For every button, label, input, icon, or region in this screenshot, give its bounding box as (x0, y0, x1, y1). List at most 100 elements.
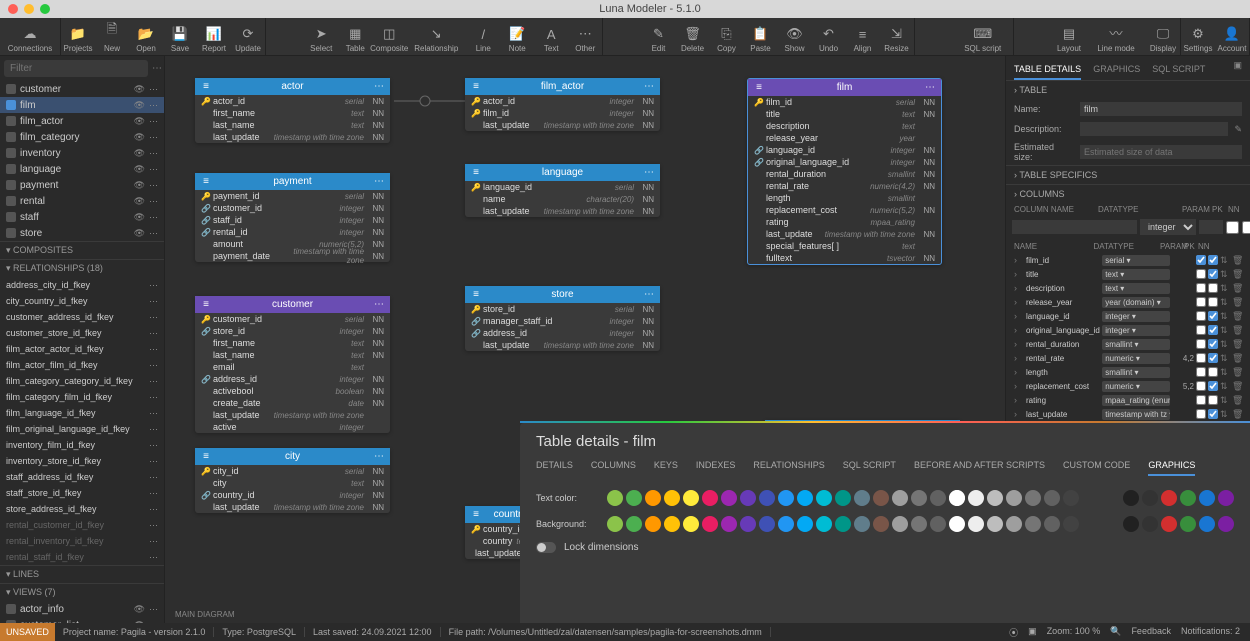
more-icon[interactable]: ⋯ (149, 472, 158, 483)
dock-panel-icon[interactable]: ▣ (1233, 60, 1242, 80)
sidebar-table-film_category[interactable]: film_category👁⋯ (0, 129, 164, 145)
more-icon[interactable]: ⋯ (149, 488, 158, 499)
composites-section[interactable]: ▾ COMPOSITES (0, 241, 164, 259)
more-icon[interactable]: ⋯ (149, 392, 158, 403)
delete-col-icon[interactable]: 🗑 (1232, 409, 1242, 420)
new-col-pk-checkbox[interactable] (1226, 221, 1239, 234)
sidebar-table-film[interactable]: film👁⋯ (0, 97, 164, 113)
delete-col-icon[interactable]: 🗑 (1232, 339, 1242, 350)
more-icon[interactable]: ⋯ (149, 180, 158, 191)
copy-button[interactable]: ⎘Copy (710, 18, 744, 55)
column-row[interactable]: 🔗address_idintegerNN (195, 373, 390, 385)
column-row[interactable]: 🔑language_idserialNN (465, 181, 660, 193)
filter-input[interactable] (4, 60, 148, 77)
more-icon[interactable]: ⋯ (149, 440, 158, 451)
relationships-section[interactable]: ▾ RELATIONSHIPS (18) (0, 259, 164, 277)
more-icon[interactable]: ⋯ (149, 212, 158, 223)
new-col-nn-checkbox[interactable] (1242, 221, 1250, 234)
sidebar-rel-15[interactable]: rental_customer_id_fkey⋯ (0, 517, 164, 533)
sidebar-table-film_actor[interactable]: film_actor👁⋯ (0, 113, 164, 129)
table-tool[interactable]: ▦Table (338, 18, 372, 55)
column-row[interactable]: last_nametextNN (195, 119, 390, 131)
expand-icon[interactable]: › (1014, 297, 1024, 307)
column-row[interactable]: 🔑customer_idserialNN (195, 313, 390, 325)
column-grid-row[interactable]: ›last_updatetimestamp with tz ▾⇅🗑 (1010, 407, 1246, 421)
table-size-input[interactable] (1080, 145, 1242, 159)
lock-dimensions-toggle[interactable] (536, 542, 556, 553)
color-swatch[interactable] (911, 516, 927, 532)
col-pk-checkbox[interactable] (1196, 255, 1206, 265)
edit-button[interactable]: ✎Edit (642, 18, 676, 55)
bottom-tab-before-and-after-scripts[interactable]: BEFORE AND AFTER SCRIPTS (914, 460, 1045, 476)
column-row[interactable]: rental_ratenumeric(4,2)NN (748, 180, 941, 192)
col-nn-checkbox[interactable] (1208, 353, 1218, 363)
sidebar-table-language[interactable]: language👁⋯ (0, 161, 164, 177)
more-icon[interactable]: ⋯ (149, 132, 158, 143)
column-row[interactable]: release_yearyear (748, 132, 941, 144)
color-swatch[interactable] (987, 516, 1003, 532)
sidebar-rel-10[interactable]: inventory_film_id_fkey⋯ (0, 437, 164, 453)
column-row[interactable]: fulltexttsvectorNN (748, 252, 941, 264)
column-row[interactable]: 🔑film_idintegerNN (465, 107, 660, 119)
more-icon[interactable]: ⋯ (149, 228, 158, 239)
color-swatch[interactable] (1044, 516, 1060, 532)
column-row[interactable]: last_updatetimestamp with time zoneNN (195, 131, 390, 143)
expand-icon[interactable]: › (1014, 353, 1024, 363)
column-grid-row[interactable]: ›rental_durationsmallint ▾⇅🗑 (1010, 337, 1246, 351)
chevron-right-icon[interactable]: › (1014, 85, 1017, 95)
expand-icon[interactable]: › (1014, 367, 1024, 377)
delete-col-icon[interactable]: 🗑 (1232, 367, 1242, 378)
column-row[interactable]: ratingmpaa_rating (748, 216, 941, 228)
more-icon[interactable]: ⋯ (149, 504, 158, 515)
column-grid-row[interactable]: ›lengthsmallint ▾⇅🗑 (1010, 365, 1246, 379)
color-swatch[interactable] (892, 490, 908, 506)
settings-button[interactable]: ⚙Settings (1181, 18, 1215, 55)
resize-button[interactable]: ⇲Resize (880, 18, 914, 55)
align-button[interactable]: ≡Align (846, 18, 880, 55)
column-grid-row[interactable]: ›descriptiontext ▾⇅🗑 (1010, 281, 1246, 295)
col-nn-checkbox[interactable] (1208, 297, 1218, 307)
bottom-tab-custom-code[interactable]: CUSTOM CODE (1063, 460, 1130, 476)
delete-button[interactable]: 🗑Delete (676, 18, 710, 55)
other-tool[interactable]: ⋯Other (568, 18, 602, 55)
expand-icon[interactable]: › (1014, 269, 1024, 279)
sidebar-rel-2[interactable]: customer_address_id_fkey⋯ (0, 309, 164, 325)
col-nn-checkbox[interactable] (1208, 409, 1218, 419)
column-row[interactable]: emailtext (195, 361, 390, 373)
column-row[interactable]: 🔑actor_idintegerNN (465, 95, 660, 107)
sidebar-view-actor_info[interactable]: actor_info👁⋯ (0, 601, 164, 617)
color-swatch[interactable] (835, 516, 851, 532)
more-icon[interactable]: ⋯ (149, 536, 158, 547)
drag-icon[interactable]: ⇅ (1220, 339, 1230, 350)
table-film_actor[interactable]: ≡film_actor⋯🔑actor_idintegerNN🔑film_idin… (465, 78, 660, 131)
col-pk-checkbox[interactable] (1196, 311, 1206, 321)
col-type-select[interactable]: text ▾ (1102, 269, 1170, 280)
column-grid-row[interactable]: ›titletext ▾⇅🗑 (1010, 267, 1246, 281)
more-icon[interactable]: ⋯ (149, 360, 158, 371)
column-row[interactable]: payment_datetimestamp with time zoneNN (195, 250, 390, 262)
sidebar-table-inventory[interactable]: inventory👁⋯ (0, 145, 164, 161)
delete-col-icon[interactable]: 🗑 (1232, 255, 1242, 266)
column-row[interactable]: descriptiontext (748, 120, 941, 132)
visibility-icon[interactable]: 👁 (134, 228, 145, 239)
color-swatch[interactable] (835, 490, 851, 506)
projects-button[interactable]: 📁Projects (61, 18, 95, 55)
col-pk-checkbox[interactable] (1196, 283, 1206, 293)
more-icon[interactable]: ⋯ (149, 376, 158, 387)
col-type-select[interactable]: smallint ▾ (1102, 339, 1170, 350)
color-swatch[interactable] (987, 490, 1003, 506)
sidebar-rel-12[interactable]: staff_address_id_fkey⋯ (0, 469, 164, 485)
show-button[interactable]: 👁Show (778, 18, 812, 55)
col-pk-checkbox[interactable] (1196, 353, 1206, 363)
sidebar-rel-4[interactable]: film_actor_actor_id_fkey⋯ (0, 341, 164, 357)
col-nn-checkbox[interactable] (1208, 367, 1218, 377)
color-swatch[interactable] (721, 490, 737, 506)
drag-icon[interactable]: ⇅ (1220, 409, 1230, 420)
more-icon[interactable]: ⋯ (149, 328, 158, 339)
col-pk-checkbox[interactable] (1196, 339, 1206, 349)
color-swatch[interactable] (797, 490, 813, 506)
color-swatch[interactable] (607, 516, 623, 532)
new-col-name-input[interactable] (1012, 220, 1137, 234)
column-row[interactable]: 🔗original_language_idintegerNN (748, 156, 941, 168)
column-grid-row[interactable]: ›release_yearyear (domain) ▾⇅🗑 (1010, 295, 1246, 309)
